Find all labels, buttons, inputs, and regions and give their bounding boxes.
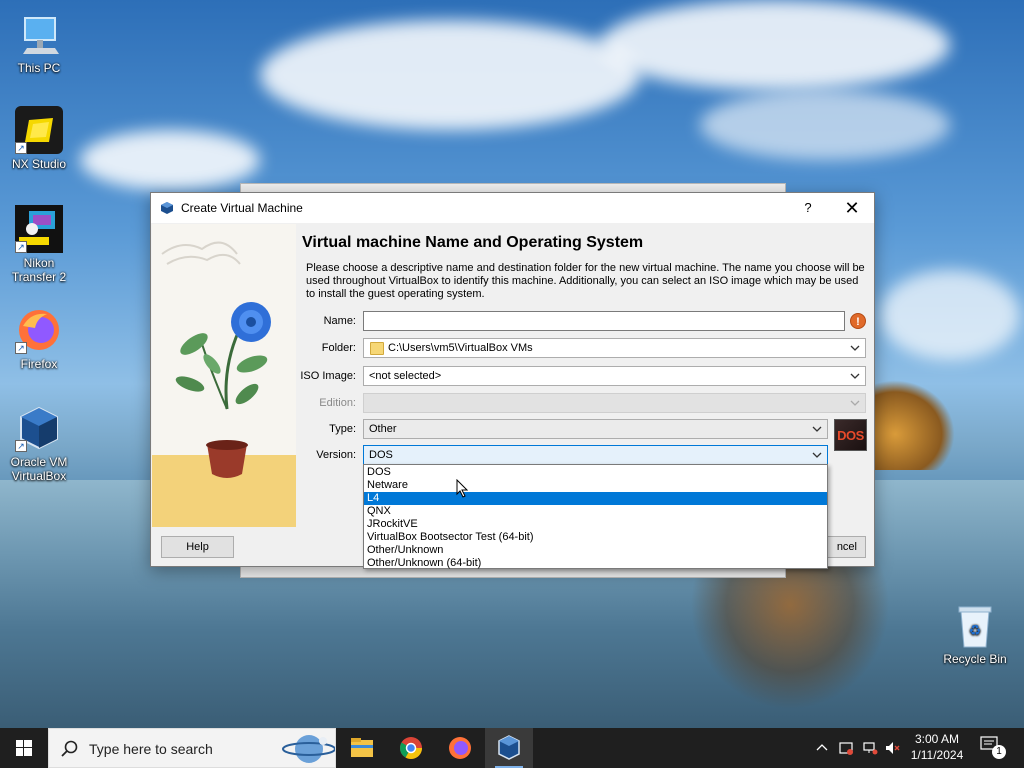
desktop-icon-firefox[interactable]: ↗ Firefox — [4, 306, 74, 371]
firefox-icon: ↗ — [15, 306, 63, 354]
start-button[interactable] — [0, 728, 48, 768]
chrome-icon — [400, 737, 422, 759]
iso-combo[interactable]: <not selected> — [363, 366, 866, 386]
shortcut-arrow-icon: ↗ — [15, 342, 27, 354]
dialog-title: Create Virtual Machine — [181, 201, 303, 215]
chevron-down-icon — [850, 373, 860, 379]
name-input[interactable] — [363, 311, 845, 331]
virtualbox-icon — [498, 735, 520, 760]
iso-label: ISO Image: — [300, 370, 356, 382]
clock-time: 3:00 AM — [914, 732, 960, 746]
network-icon[interactable] — [862, 740, 878, 756]
nx-studio-icon: ↗ — [15, 106, 63, 154]
version-value: DOS — [369, 449, 393, 461]
notification-center-button[interactable]: 1 — [980, 736, 1006, 760]
help-button[interactable]: ? — [791, 193, 825, 223]
security-icon[interactable] — [838, 740, 854, 756]
desktop-icon-this-pc[interactable]: This PC — [4, 10, 74, 75]
recycle-bin-icon: ♻ — [955, 603, 995, 649]
edition-label: Edition: — [319, 397, 356, 409]
chevron-down-icon — [850, 345, 860, 351]
taskbar-virtualbox[interactable] — [485, 728, 533, 768]
search-icon — [61, 740, 78, 757]
type-value: Other — [369, 423, 397, 435]
warning-icon: ! — [850, 313, 866, 329]
os-type-dos-icon: DOS — [834, 419, 867, 451]
virtualbox-icon — [160, 201, 174, 215]
desktop-icon-nikon-transfer[interactable]: ↗ Nikon Transfer 2 — [4, 205, 74, 284]
mouse-cursor-icon — [456, 479, 468, 498]
dropdown-option-qnx[interactable]: QNX — [364, 505, 827, 518]
dropdown-option-other-64[interactable]: Other/Unknown (64-bit) — [364, 557, 827, 570]
taskbar-file-explorer[interactable] — [338, 728, 386, 768]
version-label: Version: — [316, 449, 356, 461]
dropdown-option-other[interactable]: Other/Unknown — [364, 544, 827, 557]
dropdown-option-l4[interactable]: L4 — [364, 492, 827, 505]
shortcut-arrow-icon: ↗ — [15, 241, 27, 253]
version-combo[interactable]: DOS — [363, 445, 828, 465]
type-label: Type: — [329, 423, 356, 435]
clock-date: 1/11/2024 — [910, 748, 964, 762]
iso-value: <not selected> — [369, 370, 442, 382]
cloud — [260, 20, 640, 130]
wizard-description: Please choose a descriptive name and des… — [306, 262, 865, 300]
edition-combo — [363, 393, 866, 413]
cloud — [80, 130, 260, 190]
chevron-down-icon — [850, 400, 860, 406]
volume-muted-icon[interactable] — [884, 740, 900, 756]
desktop-icon-virtualbox[interactable]: ↗ Oracle VM VirtualBox — [4, 404, 74, 483]
folder-combo[interactable]: C:\Users\vm5\VirtualBox VMs — [363, 338, 866, 358]
svg-text:♻: ♻ — [969, 623, 982, 639]
type-combo[interactable]: Other — [363, 419, 828, 439]
wizard-heading: Virtual machine Name and Operating Syste… — [302, 234, 644, 251]
dropdown-option-netware[interactable]: Netware — [364, 479, 827, 492]
shortcut-arrow-icon: ↗ — [15, 142, 27, 154]
notification-count-badge: 1 — [992, 745, 1006, 759]
chevron-down-icon — [812, 452, 822, 458]
help-button[interactable]: Help — [161, 536, 234, 558]
taskbar-clock[interactable]: 3:00 AM 1/11/2024 — [905, 731, 969, 763]
wizard-illustration — [152, 224, 296, 527]
dropdown-option-jrockitve[interactable]: JRockitVE — [364, 518, 827, 531]
firefox-icon — [449, 737, 471, 759]
taskbar-firefox[interactable] — [436, 728, 484, 768]
computer-icon — [15, 10, 63, 58]
folder-label: Folder: — [321, 342, 356, 354]
search-highlight-icon — [282, 735, 335, 763]
taskbar-chrome[interactable] — [387, 728, 435, 768]
chevron-up-icon[interactable] — [816, 742, 828, 754]
cloud — [600, 0, 950, 90]
name-label: Name: — [323, 315, 356, 327]
rock-reflection — [690, 560, 890, 710]
desktop-icon-nx-studio[interactable]: ↗ NX Studio — [4, 106, 74, 171]
taskbar: Type here to search 3:00 AM 1/11/2024 1 — [0, 728, 1024, 768]
cloud — [880, 270, 1020, 360]
desktop-icon-recycle-bin[interactable]: ♻ Recycle Bin — [940, 603, 1010, 666]
chevron-down-icon — [812, 426, 822, 432]
virtualbox-icon: ↗ — [15, 404, 63, 452]
folder-value: C:\Users\vm5\VirtualBox VMs — [388, 342, 533, 354]
dropdown-option-bootsector[interactable]: VirtualBox Bootsector Test (64-bit) — [364, 531, 827, 544]
folder-icon — [370, 342, 384, 355]
close-button[interactable]: ✕ — [831, 193, 873, 223]
file-explorer-icon — [351, 738, 373, 757]
cloud — [700, 90, 950, 160]
search-placeholder: Type here to search — [89, 741, 213, 757]
nikon-transfer-icon: ↗ — [15, 205, 63, 253]
shortcut-arrow-icon: ↗ — [15, 440, 27, 452]
windows-logo-icon — [16, 740, 32, 756]
flower-pot-icon — [161, 241, 271, 478]
dialog-titlebar[interactable]: Create Virtual Machine ? ✕ — [151, 193, 874, 223]
dropdown-option-dos[interactable]: DOS — [364, 466, 827, 479]
taskbar-search-box[interactable]: Type here to search — [48, 728, 336, 768]
version-dropdown-list: DOS Netware L4 QNX JRockitVE VirtualBox … — [363, 464, 828, 569]
